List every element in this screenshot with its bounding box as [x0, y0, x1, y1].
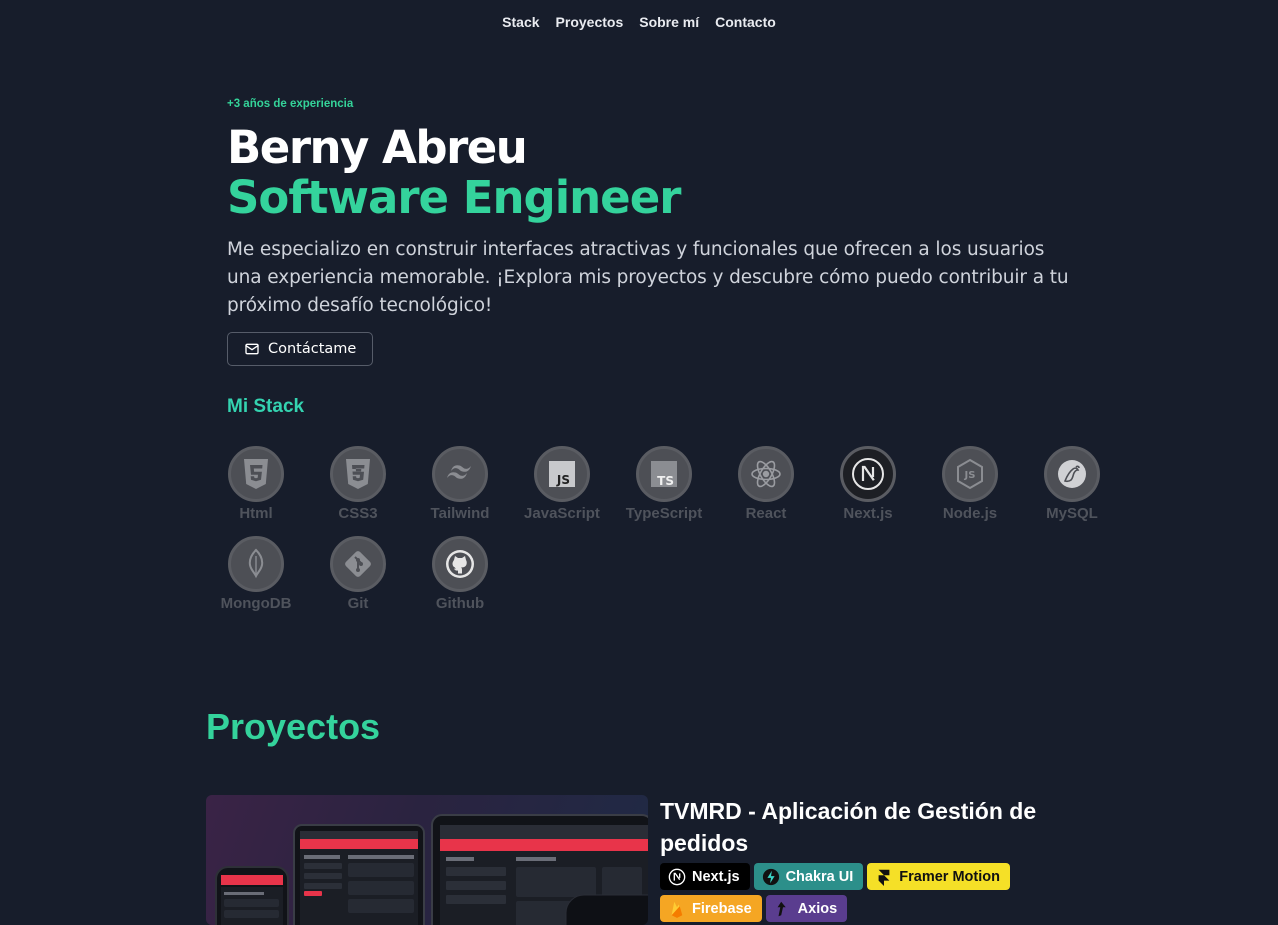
stack-item-label: JavaScript	[524, 505, 600, 522]
nodejs-icon: JS	[957, 458, 983, 490]
tag-label: Next.js	[692, 868, 740, 885]
nextjs-icon	[668, 868, 686, 885]
stack-item-react: React	[715, 446, 817, 522]
html5-icon	[244, 459, 268, 489]
stack-item-git: Git	[307, 536, 409, 612]
stack-item-css3: CSS3	[307, 446, 409, 522]
stack-item-label: Html	[239, 505, 273, 522]
stack-item-mysql: MySQL	[1021, 446, 1123, 522]
stack-item-label: CSS3	[338, 505, 378, 522]
svg-text:TS: TS	[657, 474, 674, 488]
page-title: Berny Abreu	[227, 121, 528, 174]
svg-text:JS: JS	[556, 473, 570, 487]
hero-section: +3 años de experiencia Berny Abreu Softw…	[227, 98, 1087, 366]
project-tags: Next.js Chakra UI Framer Motion Firebase…	[660, 863, 1080, 922]
firebase-icon	[671, 901, 683, 918]
tag-axios: Axios	[765, 895, 848, 922]
stack-title: Mi Stack	[227, 396, 305, 417]
git-icon	[345, 551, 371, 577]
chakra-icon	[762, 868, 779, 885]
tag-label: Framer Motion	[899, 868, 1000, 885]
typescript-icon: TS	[651, 461, 677, 488]
stack-item-label: Next.js	[843, 505, 893, 522]
stack-item-nextjs: Next.js	[817, 446, 919, 522]
project-devices-illustration	[215, 814, 648, 925]
tag-nextjs: Next.js	[660, 863, 750, 890]
nav-link-sobre-mi[interactable]: Sobre mí	[639, 14, 699, 30]
mail-icon	[245, 343, 259, 355]
javascript-icon: JS	[549, 461, 575, 487]
stack-item-html: Html	[205, 446, 307, 522]
stack-item-label: Tailwind	[430, 505, 490, 522]
framer-icon	[878, 869, 890, 886]
stack-grid: Html CSS3 Tailwind JS JavaScript TS Type…	[205, 446, 1125, 612]
stack-item-nodejs: JS Node.js	[919, 446, 1021, 522]
github-icon	[446, 550, 474, 578]
stack-item-label: Git	[347, 595, 369, 612]
tag-label: Chakra UI	[785, 868, 854, 885]
nav-link-stack[interactable]: Stack	[502, 14, 539, 30]
nav-link-proyectos[interactable]: Proyectos	[556, 14, 624, 30]
stack-item-label: React	[745, 505, 787, 522]
tag-firebase: Firebase	[660, 895, 762, 922]
nextjs-icon	[852, 458, 884, 490]
tag-framer-motion: Framer Motion	[867, 863, 1010, 890]
experience-badge: +3 años de experiencia	[227, 98, 354, 110]
stack-item-tailwind: Tailwind	[409, 446, 511, 522]
projects-title: Proyectos	[206, 706, 381, 747]
stack-item-label: MongoDB	[220, 595, 292, 612]
stack-item-label: MySQL	[1046, 505, 1098, 522]
contact-button-label: Contáctame	[268, 341, 357, 357]
role-subtitle: Software Engineer	[227, 171, 681, 224]
nav-link-contacto[interactable]: Contacto	[715, 14, 776, 30]
stack-item-label: Github	[435, 595, 485, 612]
stack-item-label: TypeScript	[625, 505, 703, 522]
project-name[interactable]: TVMRD - Aplicación de Gestión de pedidos	[660, 795, 1080, 859]
svg-text:JS: JS	[964, 470, 976, 481]
stack-item-label: Node.js	[942, 505, 998, 522]
axios-icon	[777, 901, 786, 916]
stack-item-mongodb: MongoDB	[205, 536, 307, 612]
stack-item-typescript: TS TypeScript	[613, 446, 715, 522]
tag-chakra-ui: Chakra UI	[753, 863, 864, 890]
top-nav: Stack Proyectos Sobre mí Contacto	[0, 14, 1278, 30]
stack-item-javascript: JS JavaScript	[511, 446, 613, 522]
tag-label: Axios	[797, 900, 838, 917]
mysql-icon	[1058, 460, 1086, 488]
project-screenshot[interactable]	[206, 795, 648, 925]
stack-item-github: Github	[409, 536, 511, 612]
contact-button[interactable]: Contáctame	[227, 332, 374, 366]
mongodb-icon	[248, 548, 264, 579]
tailwind-icon	[447, 465, 471, 479]
css3-icon	[346, 459, 370, 489]
hero-description: Me especializo en construir interfaces a…	[227, 239, 1069, 316]
react-icon	[751, 460, 781, 488]
tag-label: Firebase	[692, 900, 752, 917]
